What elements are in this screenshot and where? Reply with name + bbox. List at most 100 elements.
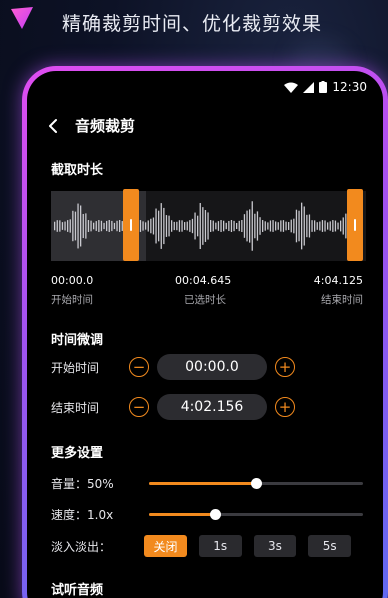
waveform-bar: [251, 201, 253, 251]
waveform-bar: [301, 202, 303, 250]
waveform-bar: [54, 221, 56, 231]
waveform-bar: [103, 222, 105, 230]
waveform-bar: [225, 222, 227, 230]
status-time: 12:30: [332, 80, 367, 94]
waveform-bar: [316, 222, 318, 230]
waveform-bar: [67, 220, 69, 232]
start-time-field[interactable]: 00:00.0: [157, 354, 267, 380]
status-bar: 12:30: [284, 79, 367, 95]
waveform-bar: [332, 220, 334, 232]
waveform-bar: [233, 220, 235, 232]
waveform-bar: [334, 220, 337, 232]
waveform-bar: [82, 213, 84, 239]
cellular-signal-icon: [303, 81, 315, 93]
speed-slider[interactable]: [149, 508, 363, 520]
selected-duration-value: 00:04.645: [175, 274, 232, 287]
start-time-label: 开始时间: [51, 294, 93, 306]
fade-option-off[interactable]: 关闭: [144, 535, 187, 557]
waveform-bar: [197, 215, 199, 237]
waveform-bar: [243, 214, 246, 238]
fade-option-5s[interactable]: 5s: [308, 535, 351, 557]
waveform-bar: [106, 220, 108, 232]
waveform-timeline[interactable]: [51, 189, 366, 261]
waveform-bar: [246, 210, 248, 242]
waveform-bar: [171, 220, 173, 232]
waveform-bar: [212, 220, 214, 232]
start-decrement-button[interactable]: −: [129, 357, 149, 377]
volume-row: 音量：50%: [51, 473, 363, 493]
waveform-bar: [61, 222, 64, 230]
end-decrement-button[interactable]: −: [129, 397, 149, 417]
waveform-bar: [314, 220, 316, 232]
waveform-bar: [98, 220, 100, 232]
waveform-bar: [176, 221, 178, 231]
start-increment-button[interactable]: +: [275, 357, 295, 377]
waveform-bar: [241, 220, 243, 232]
waveform-bar: [189, 220, 191, 232]
waveform-bar: [228, 220, 230, 232]
waveform-bar: [108, 220, 110, 232]
page-title: 音频裁剪: [75, 117, 136, 135]
end-time-field[interactable]: 4:02.156: [157, 394, 267, 420]
speed-label: 速度：1.0x: [51, 507, 114, 522]
waveform-bar: [163, 207, 165, 245]
waveform-bar: [145, 222, 147, 230]
waveform-bar: [262, 220, 264, 232]
end-increment-button[interactable]: +: [275, 397, 295, 417]
waveform-bar: [337, 222, 339, 230]
waveform-bar: [113, 222, 116, 230]
waveform-bar: [295, 209, 298, 243]
chevron-left-icon[interactable]: [45, 117, 63, 135]
waveform-bar: [267, 222, 269, 230]
start-adjust-label: 开始时间: [51, 360, 100, 375]
waveform-bar: [142, 221, 144, 231]
waveform-bar: [181, 220, 183, 232]
waveform-bar: [311, 220, 313, 232]
volume-label: 音量：50%: [51, 476, 114, 491]
waveform-bar: [324, 220, 326, 232]
battery-icon: [319, 81, 328, 93]
waveform-bar: [249, 209, 251, 243]
fade-option-3s[interactable]: 3s: [253, 535, 297, 557]
waveform-bar: [160, 203, 162, 249]
waveform-bar: [178, 220, 181, 232]
end-time-value: 4:04.125: [313, 274, 363, 287]
waveform-bar: [207, 212, 209, 240]
app-screen: 12:30 音频裁剪 截取时长 00:00.0 00:04.645 4:04.1…: [27, 71, 383, 598]
fade-option-1s[interactable]: 1s: [198, 535, 242, 557]
waveform-bar: [59, 220, 61, 232]
promo-tagline: 精确裁剪时间、优化裁剪效果: [62, 13, 323, 35]
waveform-bar: [293, 218, 295, 234]
speed-slider-fill: [149, 512, 216, 516]
wifi-icon: [284, 82, 299, 93]
waveform-bar: [272, 220, 274, 232]
end-time-label: 结束时间: [321, 294, 363, 306]
waveform-bar: [184, 222, 186, 230]
waveform-bar: [199, 203, 201, 249]
capture-section-title: 截取时长: [51, 163, 104, 178]
waveform-bar: [77, 203, 79, 249]
trim-start-handle[interactable]: [123, 189, 139, 261]
volume-slider-thumb[interactable]: [251, 477, 262, 489]
waveform-bar: [329, 221, 331, 231]
waveform-bar: [303, 206, 305, 246]
trim-end-handle[interactable]: [347, 189, 363, 261]
waveform-bar: [342, 217, 344, 235]
waveform-bar: [256, 211, 259, 241]
waveform-bar: [155, 208, 157, 244]
waveform-bar: [269, 220, 272, 232]
speed-slider-thumb[interactable]: [210, 508, 222, 520]
waveform-bar: [173, 221, 175, 231]
waveform-bar: [254, 213, 256, 239]
volume-slider[interactable]: [149, 477, 363, 489]
waveform-bar: [90, 220, 92, 232]
waveform-bar: [202, 207, 204, 245]
waveform-bar: [238, 220, 240, 232]
fine-tune-section-title: 时间微调: [51, 333, 104, 348]
waveform-bar: [230, 220, 233, 232]
waveform-bar: [308, 214, 311, 238]
volume-slider-fill: [149, 481, 256, 485]
waveform-bar: [111, 220, 113, 232]
preview-section-title: 试听音频: [51, 583, 104, 598]
waveform-bar: [306, 214, 308, 238]
